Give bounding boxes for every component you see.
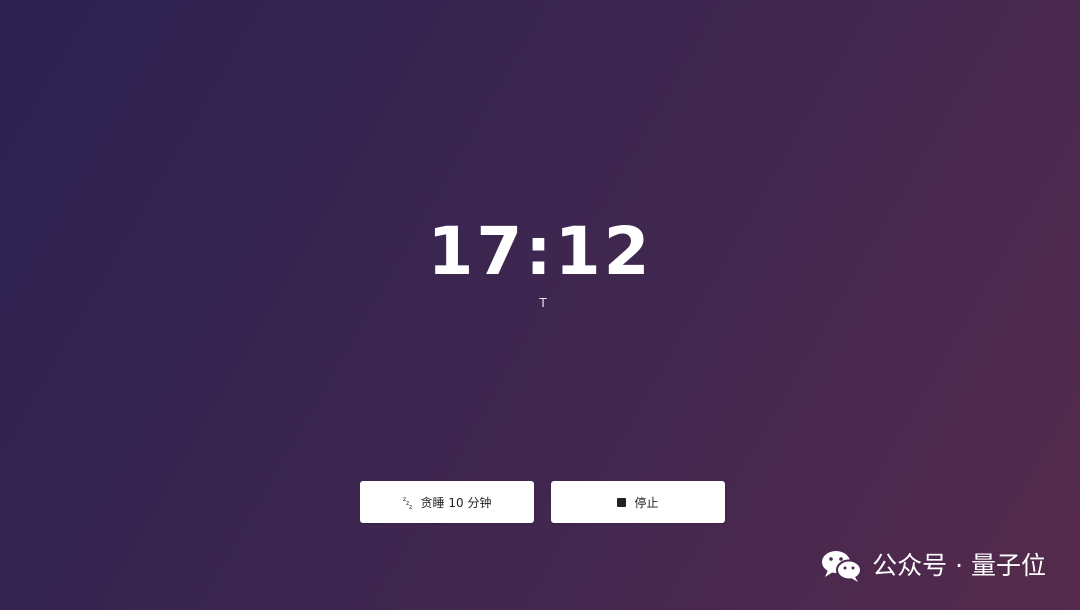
stop-square-icon — [617, 497, 627, 507]
alarm-screen: 17:12 T z z z 贪睡 10 分钟 停止 公众号 · 量子位 — [0, 0, 1080, 610]
alarm-label: T — [539, 296, 547, 310]
stop-button-label: 停止 — [634, 495, 659, 510]
snooze-button-label: 贪睡 10 分钟 — [420, 495, 492, 510]
snooze-button[interactable]: z z z 贪睡 10 分钟 — [360, 481, 534, 523]
watermark-text: 公众号 · 量子位 — [872, 551, 1046, 580]
svg-text:z: z — [409, 504, 412, 509]
watermark: 公众号 · 量子位 — [820, 548, 1046, 584]
stop-button[interactable]: 停止 — [551, 481, 725, 523]
alarm-time: 17:12 — [427, 213, 653, 290]
wechat-icon — [822, 551, 863, 582]
snooze-zz-icon: z z z — [403, 496, 412, 509]
